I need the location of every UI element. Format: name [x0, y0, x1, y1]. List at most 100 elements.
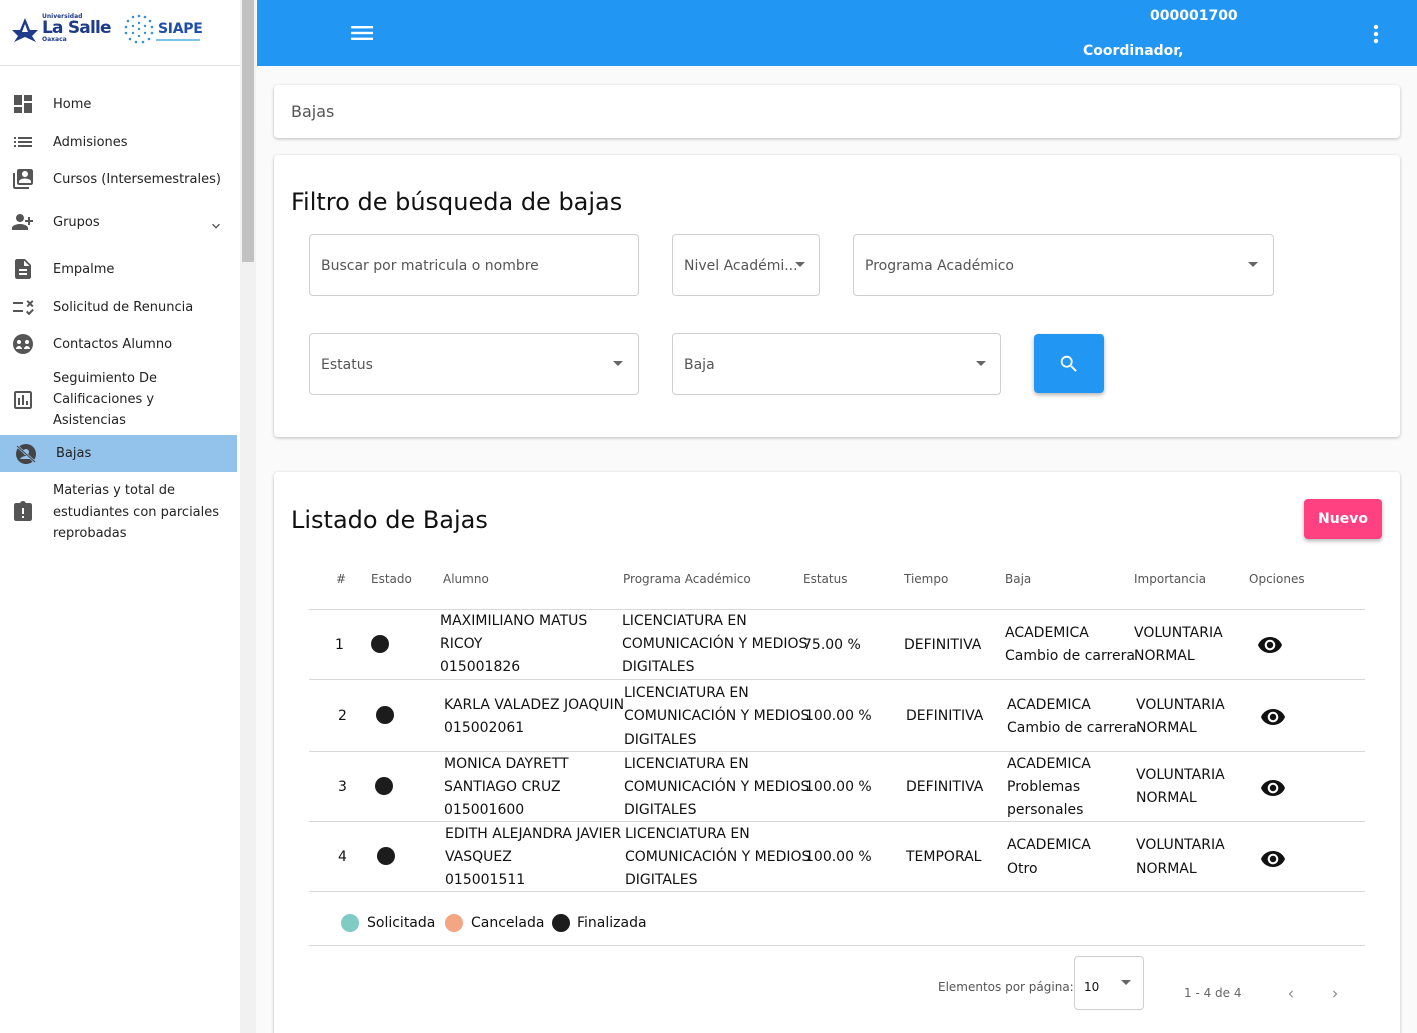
sidebar-item-empalme[interactable]: Empalme: [0, 257, 237, 281]
sidebar-item-seguimiento[interactable]: Seguimiento De Calificaciones y Asistenc…: [0, 368, 237, 432]
view-eye-icon[interactable]: [1261, 850, 1285, 868]
view-eye-icon[interactable]: [1261, 708, 1285, 726]
view-eye-icon[interactable]: [1261, 779, 1285, 797]
sidebar-item-solicitud-renuncia[interactable]: Solicitud de Renuncia: [0, 295, 237, 319]
sidebar-item-label: reprobadas: [53, 526, 127, 541]
baja-type: ACADEMICA: [1005, 625, 1089, 641]
sidebar-item-grupos[interactable]: Grupos: [0, 210, 237, 234]
user-id: 000001700: [1150, 8, 1238, 24]
baja-reason: Cambio de carrera: [1005, 648, 1135, 664]
document-icon: [15, 259, 31, 279]
chevron-left-icon[interactable]: [1284, 986, 1298, 1002]
dropdown-arrow-icon: [795, 262, 805, 267]
programa-text: COMUNICACIÓN Y MEDIOS: [624, 779, 810, 795]
programa-text: COMUNICACIÓN Y MEDIOS: [624, 708, 810, 724]
estatus-value: 100.00 %: [805, 779, 872, 795]
chevron-down-icon[interactable]: [208, 218, 224, 234]
sidebar-item-label: Materias y total de: [53, 483, 176, 498]
sidebar-item-label: Cursos (Intersemestrales): [53, 171, 221, 187]
sidebar-item-cursos[interactable]: Cursos (Intersemestrales): [0, 167, 237, 191]
column-header[interactable]: Estatus: [803, 572, 847, 586]
per-page-select[interactable]: 10: [1074, 956, 1144, 1010]
sidebar-item-home[interactable]: Home: [0, 92, 237, 116]
column-header[interactable]: Estado: [371, 572, 412, 586]
column-header[interactable]: Alumno: [443, 572, 489, 586]
chevron-right-icon[interactable]: [1328, 986, 1342, 1002]
legend-label: Cancelada: [471, 915, 545, 931]
baja-reason: Otro: [1007, 861, 1038, 877]
legend-label: Solicitada: [367, 915, 436, 931]
sidebar-item-label: Solicitud de Renuncia: [53, 299, 194, 315]
column-header[interactable]: Importancia: [1134, 572, 1206, 586]
university-name: La Salle: [42, 18, 112, 38]
sidebar-item-contactos[interactable]: Contactos Alumno: [0, 332, 237, 356]
row-number: 1: [335, 637, 344, 653]
status-dot: [376, 706, 394, 724]
column-header[interactable]: Opciones: [1249, 572, 1305, 586]
table-row: 3 MONICA DAYRETT SANTIAGO CRUZ 015001600…: [274, 753, 1400, 823]
importancia-value: VOLUNTARIA: [1134, 625, 1223, 641]
status-dot: [377, 847, 395, 865]
view-eye-icon[interactable]: [1258, 636, 1282, 654]
row-number: 4: [338, 849, 347, 865]
sidebar-item-admisiones[interactable]: Admisiones: [0, 130, 237, 154]
row-number: 2: [338, 708, 347, 724]
siape-globe-icon: [124, 14, 154, 44]
programa-text: LICENCIATURA EN: [624, 685, 749, 701]
dropdown-arrow-icon: [1248, 262, 1258, 267]
importancia-value: VOLUNTARIA: [1136, 767, 1225, 783]
legend-dot-finalizada: [552, 914, 570, 932]
search-button[interactable]: [1034, 334, 1104, 393]
estatus-select[interactable]: Estatus: [309, 333, 639, 395]
programa-text: DIGITALES: [624, 732, 697, 748]
baja-select[interactable]: Baja: [672, 333, 1001, 395]
column-header[interactable]: Baja: [1005, 572, 1031, 586]
courses-icon: [13, 169, 33, 189]
alumno-name: RICOY: [440, 636, 483, 652]
importancia-value: NORMAL: [1136, 790, 1197, 806]
column-header[interactable]: Tiempo: [904, 572, 948, 586]
estatus-value: 100.00 %: [805, 708, 872, 724]
tiempo-value: DEFINITIVA: [904, 637, 982, 653]
dropdown-arrow-icon: [613, 361, 623, 366]
alumno-name: VASQUEZ: [445, 849, 512, 865]
alumno-matricula: 015002061: [444, 720, 525, 736]
sidebar-scrollbar[interactable]: [240, 0, 256, 1033]
importancia-value: VOLUNTARIA: [1136, 697, 1225, 713]
baja-reason: Problemas: [1007, 779, 1081, 795]
baja-type: ACADEMICA: [1007, 837, 1091, 853]
baja-reason: Cambio de carrera: [1007, 720, 1137, 736]
filter-title: Filtro de búsqueda de bajas: [291, 188, 623, 216]
alumno-name: KARLA VALADEZ JOAQUIN: [444, 697, 625, 713]
sidebar-item-label: Contactos Alumno: [53, 336, 173, 352]
sidebar-item-label: Admisiones: [53, 134, 128, 150]
menu-icon[interactable]: [351, 24, 373, 42]
estatus-value: 75.00 %: [803, 637, 861, 653]
tiempo-value: DEFINITIVA: [906, 779, 984, 795]
importancia-value: VOLUNTARIA: [1136, 837, 1225, 853]
sidebar-item-label: Grupos: [53, 214, 100, 230]
more-vert-icon[interactable]: [1371, 24, 1381, 44]
scrollbar-thumb[interactable]: [242, 0, 254, 262]
column-header[interactable]: #: [336, 572, 346, 586]
programa-text: DIGITALES: [624, 802, 697, 818]
filter-card: Filtro de búsqueda de bajas Buscar por m…: [274, 155, 1400, 437]
programa-text: LICENCIATURA EN: [625, 826, 750, 842]
new-button[interactable]: Nuevo: [1304, 499, 1382, 539]
baja-type: ACADEMICA: [1007, 697, 1091, 713]
sidebar-item-materias-reprobadas[interactable]: Materias y total de estudiantes con parc…: [0, 480, 237, 544]
nivel-academico-select[interactable]: Nivel Académi...: [672, 234, 820, 296]
nivel-academico-label: Nivel Académi...: [684, 258, 798, 274]
status-dot: [371, 635, 389, 653]
no-person-icon: [16, 443, 36, 464]
sidebar-item-bajas[interactable]: Bajas: [0, 435, 237, 472]
column-header[interactable]: Programa Académico: [623, 572, 751, 586]
search-input[interactable]: Buscar por matricula o nombre: [309, 234, 639, 296]
programa-academico-select[interactable]: Programa Académico: [853, 234, 1274, 296]
page-range: 1 - 4 de 4: [1184, 986, 1242, 1000]
baja-type: ACADEMICA: [1007, 756, 1091, 772]
sidebar-item-label: Calificaciones y: [53, 392, 155, 407]
alumno-matricula: 015001826: [440, 659, 521, 675]
lasalle-star-icon: [12, 17, 38, 42]
divider: [309, 751, 1365, 752]
